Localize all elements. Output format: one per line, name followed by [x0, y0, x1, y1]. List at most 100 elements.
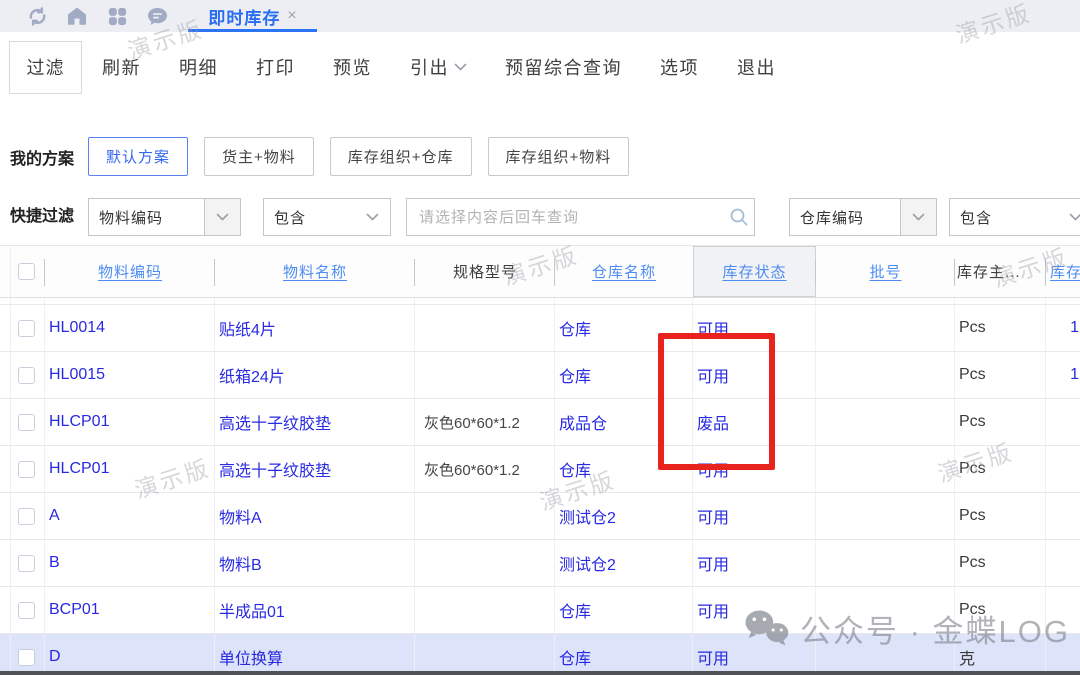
scheme-button-owner-material[interactable]: 货主+物料: [204, 137, 314, 176]
cell-value[interactable]: 仓库: [559, 645, 591, 669]
toolbar-button-filter[interactable]: 过滤: [9, 41, 82, 94]
cell-value[interactable]: HLCP01: [49, 460, 109, 478]
cell-status: 可用: [693, 540, 816, 586]
warehouse-field-select[interactable]: 仓库编码: [789, 198, 937, 236]
column-header-spec[interactable]: 规格型号: [415, 246, 555, 297]
tab-close-icon[interactable]: ×: [287, 8, 296, 24]
cell-value[interactable]: 成品仓: [559, 410, 607, 434]
table-row[interactable]: BCP01 半成品01 仓库 可用 Pcs: [0, 587, 1080, 634]
table-row[interactable]: B 物料B 测试仓2 可用 Pcs: [0, 540, 1080, 587]
cell-value[interactable]: 测试仓2: [559, 551, 616, 575]
sync-logo-icon[interactable]: [25, 4, 49, 28]
filter-field-select[interactable]: 物料编码: [88, 198, 241, 236]
apps-grid-icon[interactable]: [105, 4, 129, 28]
row-checkbox-cell: [0, 634, 45, 675]
column-header-name[interactable]: 物料名称: [215, 246, 415, 297]
toolbar-button-reserve-query[interactable]: 预留综合查询: [505, 54, 622, 80]
global-nav-icons: [0, 4, 169, 28]
table-row[interactable]: A物料A测试仓2可用Pcs: [0, 493, 1080, 540]
cell-value[interactable]: 可用: [697, 551, 729, 575]
column-header-unit[interactable]: 库存主...: [955, 246, 1046, 297]
cell-value[interactable]: 测试仓2: [559, 504, 616, 528]
cell-unit: Pcs: [955, 587, 1046, 633]
row-checkbox[interactable]: [18, 367, 35, 384]
tab-instant-inventory[interactable]: 即时库存 ×: [188, 0, 317, 32]
cell-value[interactable]: BCP01: [49, 601, 100, 619]
select-all-checkbox[interactable]: [18, 263, 35, 280]
scheme-button-org-warehouse[interactable]: 库存组织+仓库: [330, 137, 472, 176]
cell-unit: Pcs: [955, 540, 1046, 586]
column-header-batch[interactable]: 批号: [816, 246, 955, 297]
cell-value[interactable]: 仓库: [559, 457, 591, 481]
cell-value[interactable]: 仓库: [559, 363, 591, 387]
row-checkbox[interactable]: [18, 461, 35, 478]
cell-value[interactable]: 仓库: [559, 598, 591, 622]
cell-value[interactable]: 仓库: [559, 316, 591, 340]
cell-value[interactable]: 可用: [697, 645, 729, 669]
cell-batch: [816, 399, 955, 445]
cell-value[interactable]: A: [49, 507, 60, 525]
toolbar-button-exit[interactable]: 退出: [737, 54, 776, 80]
cell-value[interactable]: 可用: [697, 504, 729, 528]
column-header-code[interactable]: 物料编码: [45, 246, 215, 297]
table-row[interactable]: HL0014贴纸4片仓库可用Pcs1: [0, 305, 1080, 352]
warehouse-operator-value: 包含: [950, 207, 992, 228]
cell-value[interactable]: 纸箱24片: [219, 363, 285, 387]
toolbar-button-refresh[interactable]: 刷新: [102, 54, 141, 80]
warehouse-operator-select[interactable]: 包含: [949, 198, 1080, 236]
toolbar-button-print[interactable]: 打印: [256, 54, 295, 80]
toolbar-button-preview[interactable]: 预览: [333, 54, 372, 80]
cell-value[interactable]: HL0015: [49, 366, 105, 384]
chevron-down-icon: [900, 199, 936, 235]
row-checkbox[interactable]: [18, 602, 35, 619]
table-row[interactable]: HL0015纸箱24片仓库可用Pcs1: [0, 352, 1080, 399]
cell-value[interactable]: HL0014: [49, 319, 105, 337]
chevron-down-icon: [204, 199, 240, 235]
cell-code: HL0015: [45, 352, 215, 398]
scheme-button-org-material[interactable]: 库存组织+物料: [488, 137, 630, 176]
cell-value[interactable]: 高选十子纹胶垫: [219, 410, 331, 434]
cell-value[interactable]: 单位换算: [219, 645, 283, 669]
row-checkbox[interactable]: [18, 320, 35, 337]
cell-name: 高选十子纹胶垫: [215, 446, 415, 492]
cell-value[interactable]: 1: [1070, 319, 1079, 337]
filter-search-input[interactable]: [407, 209, 724, 226]
cell-spec: [415, 587, 555, 633]
table-row[interactable]: D单位换算仓库可用克: [0, 634, 1080, 675]
cell-value[interactable]: 可用: [697, 598, 729, 622]
table-row[interactable]: HLCP01高选十子纹胶垫灰色60*60*1.2成品仓废品Pcs: [0, 399, 1080, 446]
column-header-wh[interactable]: 仓库名称: [555, 246, 693, 297]
cell-qty: 1: [1046, 305, 1080, 351]
row-checkbox[interactable]: [18, 649, 35, 666]
search-icon[interactable]: [724, 207, 754, 227]
toolbar-button-label: 预留综合查询: [505, 54, 622, 80]
quick-filter-row: 快捷过滤 物料编码 包含 仓库编码 包含: [0, 198, 1080, 236]
filter-operator-value: 包含: [264, 207, 306, 228]
column-header-status[interactable]: 库存状态: [693, 246, 816, 297]
cell-value[interactable]: 1: [1070, 366, 1079, 384]
cell-value[interactable]: 半成品01: [219, 598, 285, 622]
filter-operator-select[interactable]: 包含: [263, 198, 391, 236]
cell-value[interactable]: B: [49, 554, 60, 572]
toolbar-button-export[interactable]: 引出: [410, 54, 467, 80]
home-icon[interactable]: [65, 4, 89, 28]
scheme-button-default[interactable]: 默认方案: [88, 137, 188, 176]
message-icon[interactable]: [145, 4, 169, 28]
cell-value[interactable]: D: [49, 648, 61, 666]
row-checkbox[interactable]: [18, 555, 35, 572]
row-checkbox[interactable]: [18, 508, 35, 525]
cell-value[interactable]: 高选十子纹胶垫: [219, 457, 331, 481]
table-row[interactable]: HLCP01高选十子纹胶垫灰色60*60*1.2仓库可用Pcs: [0, 446, 1080, 493]
cell-unit: Pcs: [955, 305, 1046, 351]
column-header-qty[interactable]: 库存量: [1046, 246, 1080, 297]
cell-value[interactable]: 贴纸4片: [219, 316, 276, 340]
toolbar-button-options[interactable]: 选项: [660, 54, 699, 80]
cell-code: B: [45, 540, 215, 586]
toolbar-button-detail[interactable]: 明细: [179, 54, 218, 80]
cell-value[interactable]: 物料A: [219, 504, 262, 528]
row-checkbox[interactable]: [18, 414, 35, 431]
cell-value[interactable]: HLCP01: [49, 413, 109, 431]
cell-value[interactable]: 物料B: [219, 551, 262, 575]
cell-batch: [816, 634, 955, 675]
app-window: 即时库存 × 过滤刷新明细打印预览引出预留综合查询选项退出 我的方案 默认方案货…: [0, 0, 1080, 675]
